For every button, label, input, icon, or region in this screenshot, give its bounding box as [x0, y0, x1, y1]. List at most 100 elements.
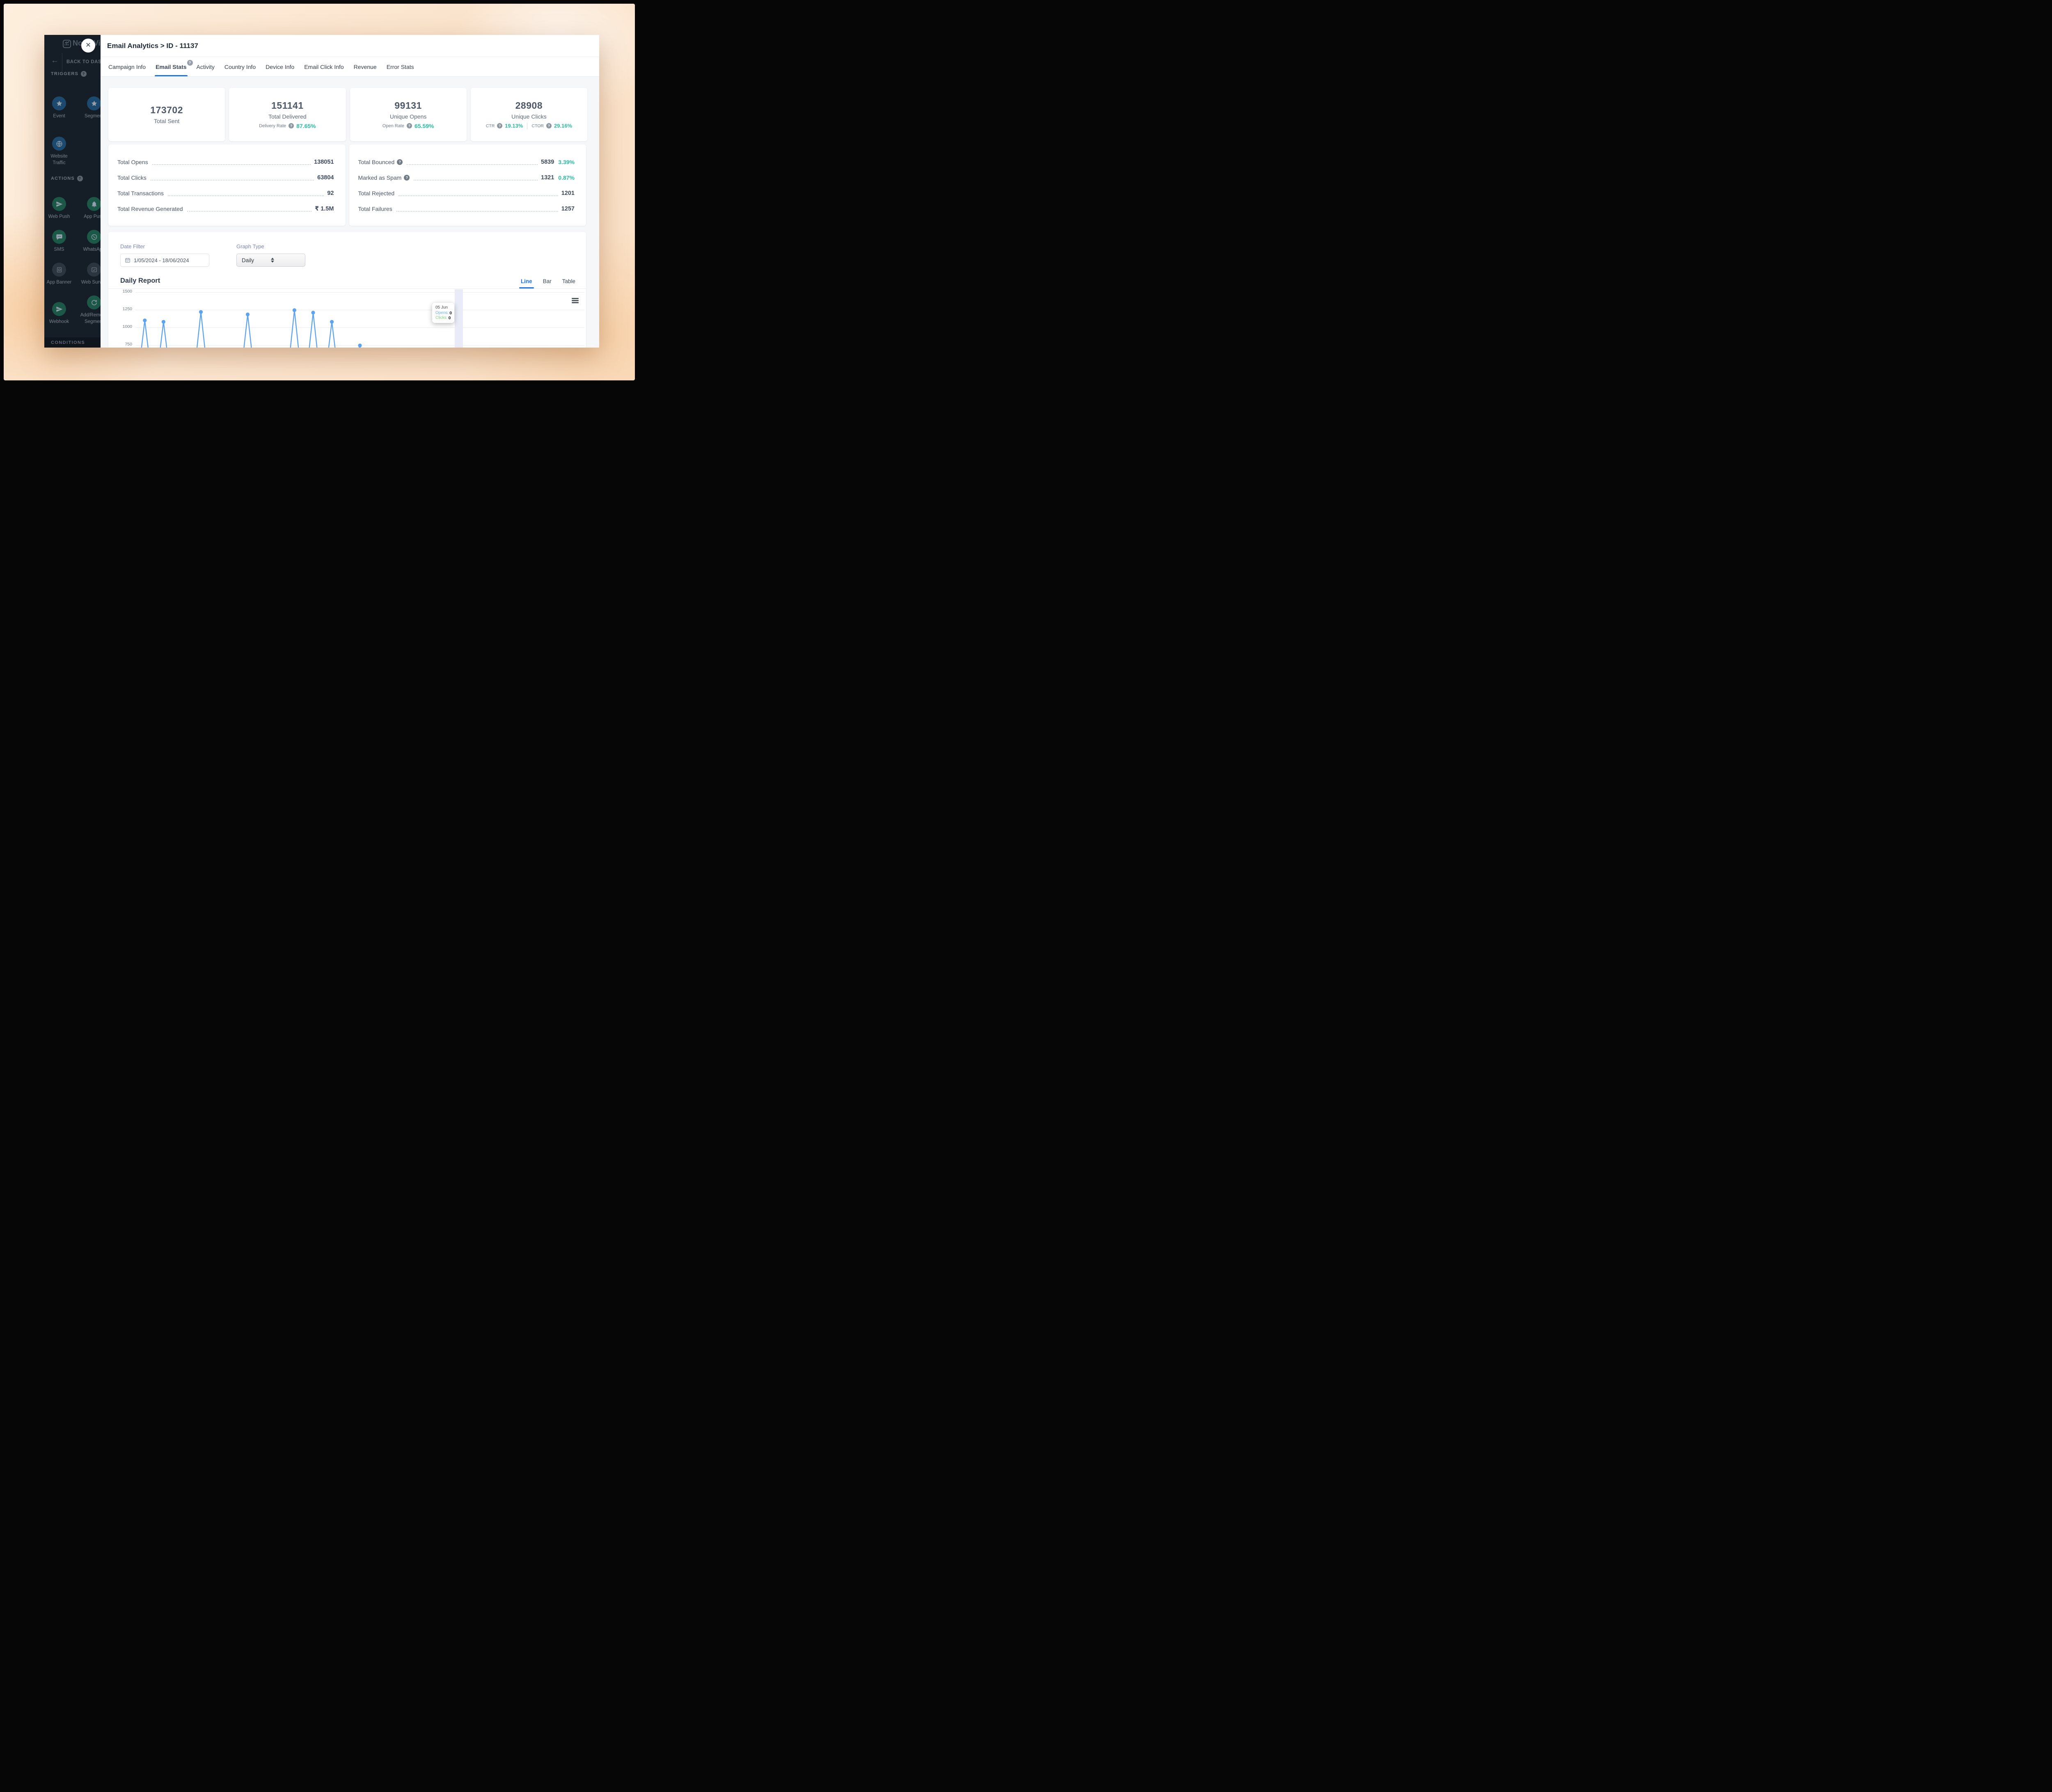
arrow-left-icon[interactable]: ← — [51, 57, 59, 64]
sidebar-item-web-push[interactable] — [52, 197, 66, 211]
ctr-value: 19.13% — [505, 123, 523, 129]
open-rate-value: 65.59% — [415, 123, 434, 129]
close-icon: ✕ — [85, 42, 91, 49]
sidebar-item-add-remove-segment[interactable] — [87, 295, 101, 309]
summary-cards-row: 173702 Total Sent 151141 Total Delivered… — [108, 88, 587, 141]
graph-type-select[interactable]: Daily — [236, 254, 305, 267]
date-filter-label: Date Filter — [120, 243, 145, 249]
chart-tooltip: 05 Jun Opens:0 Clicks:0 — [432, 303, 454, 323]
close-button[interactable]: ✕ — [81, 39, 95, 53]
tab-email-click-info[interactable]: Email Click Info — [299, 57, 348, 76]
help-icon[interactable] — [497, 123, 502, 128]
tooltip-clicks-value: 0 — [448, 316, 451, 320]
line-chart-plot[interactable] — [135, 289, 586, 348]
stat-row-total-revenue: Total Revenue Generated₹ 1.5M — [117, 201, 334, 217]
tab-error-stats[interactable]: Error Stats — [382, 57, 419, 76]
tab-campaign-info[interactable]: Campaign Info — [103, 57, 151, 76]
sidebar-item-app-banner[interactable] — [52, 263, 66, 277]
sidebar-item-segment[interactable] — [87, 96, 101, 110]
sidebar-item-sms[interactable] — [52, 230, 66, 244]
chart-menu-icon[interactable] — [572, 298, 579, 303]
y-axis-tick: 750 — [116, 342, 132, 347]
sidebar-item-web-survey[interactable] — [87, 263, 101, 277]
banner-icon — [56, 266, 63, 273]
row-label: Total Failures — [358, 206, 392, 212]
help-icon[interactable] — [397, 159, 403, 165]
stat-list-left: Total Opens138051 Total Clicks63804 Tota… — [108, 144, 346, 226]
help-icon[interactable] — [407, 123, 412, 128]
sidebar-item-event[interactable] — [52, 96, 66, 110]
sidebar-item-webhook[interactable] — [52, 302, 66, 316]
row-value: 1257 — [561, 206, 575, 212]
help-icon[interactable] — [289, 123, 294, 128]
row-label: Total Clicks — [117, 174, 147, 181]
y-axis-tick: 1000 — [116, 324, 132, 329]
stat-lists-row: Total Opens138051 Total Clicks63804 Tota… — [108, 144, 586, 226]
sidebar-item-label: Website Traffic — [44, 153, 74, 166]
calendar-icon — [125, 257, 131, 263]
view-label: Bar — [543, 278, 552, 284]
delivery-rate-value: 87.65% — [296, 123, 316, 129]
y-axis-tick: 1500 — [116, 289, 132, 294]
send-icon — [56, 306, 63, 313]
view-label: Table — [562, 278, 575, 284]
tooltip-opens-value: 0 — [449, 311, 452, 316]
tab-label: Revenue — [354, 64, 377, 70]
conditions-section-header[interactable]: CONDITIONS — [44, 337, 101, 348]
card-unique-opens: 99131 Unique Opens Open Rate 65.59% — [350, 88, 467, 141]
sub-label: Open Rate — [382, 124, 404, 128]
row-label: Total Revenue Generated — [117, 206, 183, 212]
graph-type-value: Daily — [242, 257, 271, 263]
card-total-delivered: 151141 Total Delivered Delivery Rate 87.… — [229, 88, 346, 141]
tab-label: Error Stats — [387, 64, 414, 70]
tab-email-stats[interactable]: Email Stats — [151, 57, 191, 76]
stat-row-total-rejected: Total Rejected1201 — [358, 185, 575, 201]
stat-row-total-transactions: Total Transactions92 — [117, 185, 334, 201]
sidebar-item-label: Webhook — [44, 319, 74, 325]
help-icon[interactable] — [546, 123, 552, 128]
row-value: 138051 — [314, 159, 334, 165]
tab-device-info[interactable]: Device Info — [261, 57, 299, 76]
tooltip-date: 05 Jun — [435, 305, 451, 310]
modal-body: 173702 Total Sent 151141 Total Delivered… — [101, 77, 599, 348]
stat-row-total-bounced: Total Bounced58393.39% — [358, 154, 575, 170]
star-icon — [56, 100, 63, 107]
stat-label: Total Sent — [154, 118, 179, 124]
row-label: Total Opens — [117, 159, 148, 165]
sub-label: CTOR — [531, 124, 544, 128]
view-label: Line — [521, 278, 532, 284]
card-total-sent: 173702 Total Sent — [108, 88, 225, 141]
row-label: Total Transactions — [117, 190, 164, 197]
sidebar-item-website-traffic[interactable] — [52, 137, 66, 151]
sidebar-item-whatsapp[interactable] — [87, 230, 101, 244]
stat-label: Unique Clicks — [511, 113, 547, 120]
dotted-leader — [152, 164, 311, 165]
tab-activity[interactable]: Activity — [192, 57, 220, 76]
tab-revenue[interactable]: Revenue — [349, 57, 382, 76]
view-line[interactable]: Line — [521, 278, 532, 284]
star-icon — [91, 100, 98, 107]
stat-value: 28908 — [515, 100, 543, 111]
screenshot-canvas: NotifyVisitors ← BACK TO DASHBOARD TRIGG… — [0, 0, 639, 384]
view-bar[interactable]: Bar — [543, 278, 552, 284]
help-icon[interactable] — [81, 71, 87, 77]
ctor-value: 29.16% — [554, 123, 572, 129]
page-title: Email Analytics > ID - 11137 — [107, 42, 198, 50]
stat-subrow: Delivery Rate 87.65% — [259, 123, 316, 129]
stat-value: 99131 — [394, 100, 421, 111]
help-icon[interactable] — [77, 176, 83, 181]
report-card: Date Filter 1/05/2024 - 18/06/2024 Graph… — [108, 232, 586, 348]
dotted-leader — [396, 211, 558, 212]
tab-country-info[interactable]: Country Info — [220, 57, 261, 76]
dotted-leader — [398, 195, 558, 196]
select-arrows-icon — [271, 258, 300, 263]
date-range-value: 1/05/2024 - 18/06/2024 — [134, 257, 189, 263]
card-unique-clicks: 28908 Unique Clicks CTR 19.13% CTOR 29.1… — [471, 88, 587, 141]
survey-icon — [91, 266, 98, 273]
help-icon[interactable] — [404, 175, 410, 181]
date-range-input[interactable]: 1/05/2024 - 18/06/2024 — [120, 254, 209, 267]
tab-label: Email Click Info — [304, 64, 344, 70]
sidebar-item-label: App Banner — [44, 279, 74, 286]
sidebar-item-app-push[interactable] — [87, 197, 101, 211]
view-table[interactable]: Table — [562, 278, 575, 284]
